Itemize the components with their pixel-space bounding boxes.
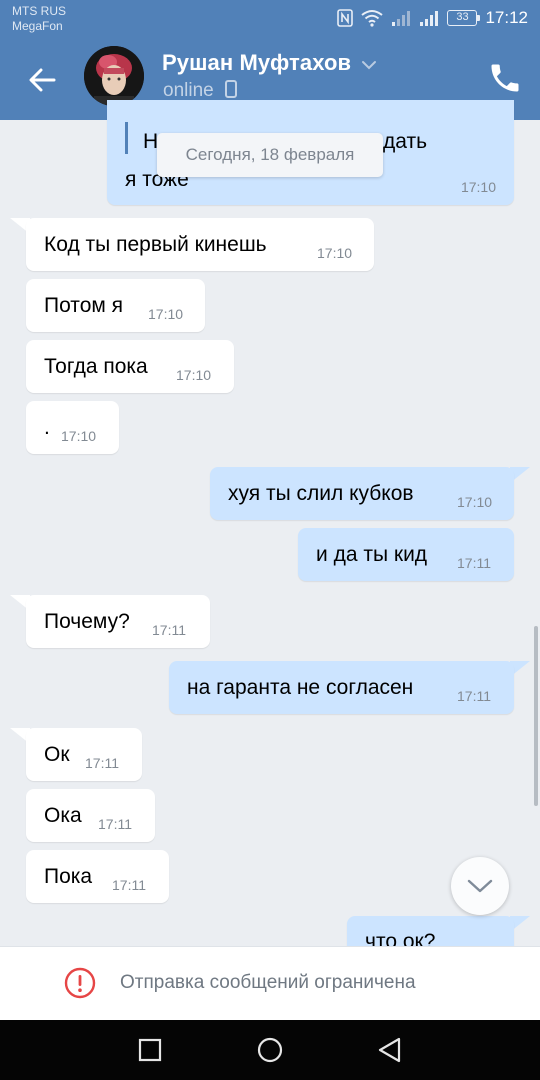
- message-time: 17:11: [152, 622, 186, 638]
- message-text: что ок?: [365, 930, 436, 946]
- date-separator: Сегодня, 18 февраля: [157, 133, 383, 177]
- clock: 17:12: [485, 8, 528, 27]
- message-text: Почему?: [44, 610, 130, 633]
- message-text: и да ты кид: [316, 543, 428, 566]
- message-outgoing[interactable]: хуя ты слил кубков 17:10: [210, 467, 514, 520]
- carrier-name-1: MTS RUS: [12, 4, 66, 18]
- system-nav-bar: [0, 1020, 540, 1080]
- recent-apps-icon[interactable]: [135, 1035, 165, 1065]
- battery-icon: 33: [447, 10, 481, 26]
- message-incoming[interactable]: Тогда пока 17:10: [26, 340, 234, 393]
- status-text: online: [163, 80, 214, 101]
- message-incoming[interactable]: Потом я 17:10: [26, 279, 205, 332]
- message-time: 17:11: [457, 555, 491, 571]
- message-time: 17:10: [148, 306, 184, 322]
- message-incoming[interactable]: Ока 17:11: [26, 789, 155, 842]
- contact-status: online: [163, 80, 237, 102]
- message-time: 17:11: [457, 688, 491, 704]
- message-incoming[interactable]: Код ты первый кинешь 17:10: [26, 218, 374, 271]
- message-time: 17:11: [98, 816, 132, 832]
- back-button[interactable]: [22, 62, 62, 98]
- message-time: 17:10: [61, 428, 97, 444]
- message-time: 17:10: [317, 245, 353, 261]
- message-time: 17:11: [112, 877, 146, 893]
- nfc-icon: [337, 9, 354, 27]
- wifi-icon: [361, 10, 384, 27]
- reply-quote-bar: [125, 122, 128, 154]
- message-outgoing[interactable]: на гаранта не согласен 17:11: [169, 661, 514, 714]
- chevron-down-icon[interactable]: [360, 56, 378, 74]
- message-text: Ок: [44, 743, 70, 766]
- message-text: Тогда пока: [44, 355, 148, 378]
- reply-quote-text-right: дать: [383, 130, 428, 153]
- signal-icon: [420, 11, 439, 26]
- messaging-restricted-bar: Отправка сообщений ограничена: [0, 946, 540, 1020]
- status-bar: MTS RUS MegaFon 33 17:12: [0, 0, 540, 38]
- back-triangle-icon[interactable]: [375, 1035, 405, 1065]
- message-text: Код ты первый кинешь: [44, 233, 267, 256]
- message-incoming[interactable]: . 17:10: [26, 401, 119, 454]
- contact-name[interactable]: Рушан Муфтахов: [162, 50, 351, 76]
- avatar-photo: [84, 46, 144, 106]
- message-outgoing[interactable]: что ок?: [347, 916, 514, 946]
- message-incoming[interactable]: Почему? 17:11: [26, 595, 210, 648]
- signal-icon: [392, 11, 411, 26]
- scroll-to-bottom-button[interactable]: [451, 857, 509, 915]
- message-time: 17:10: [457, 494, 493, 510]
- phone-device-icon: [225, 80, 237, 98]
- message-text: хуя ты слил кубков: [228, 482, 414, 505]
- message-time: 17:11: [85, 755, 119, 771]
- call-button[interactable]: [487, 60, 523, 96]
- home-icon[interactable]: [255, 1035, 285, 1065]
- message-text: Ока: [44, 804, 82, 827]
- message-text: Потом я: [44, 294, 124, 317]
- message-incoming[interactable]: Ок 17:11: [26, 728, 142, 781]
- status-icons: 33 17:12: [337, 6, 528, 30]
- message-text: .: [44, 416, 50, 439]
- arrow-left-icon: [29, 68, 56, 92]
- message-time: 17:10: [460, 179, 496, 195]
- avatar[interactable]: [84, 46, 144, 106]
- carrier-name-2: MegaFon: [12, 19, 63, 33]
- phone-icon: [491, 64, 519, 92]
- chevron-down-icon: [467, 879, 493, 893]
- alert-circle-icon: [64, 967, 96, 999]
- message-text: на гаранта не согласен: [187, 676, 414, 699]
- reply-quote-text: Н: [143, 130, 159, 153]
- scrollbar[interactable]: [534, 626, 538, 806]
- message-text: Пока: [44, 865, 93, 888]
- restricted-message: Отправка сообщений ограничена: [120, 972, 416, 993]
- message-incoming[interactable]: Пока 17:11: [26, 850, 169, 903]
- message-outgoing[interactable]: и да ты кид 17:11: [298, 528, 514, 581]
- message-time: 17:10: [176, 367, 212, 383]
